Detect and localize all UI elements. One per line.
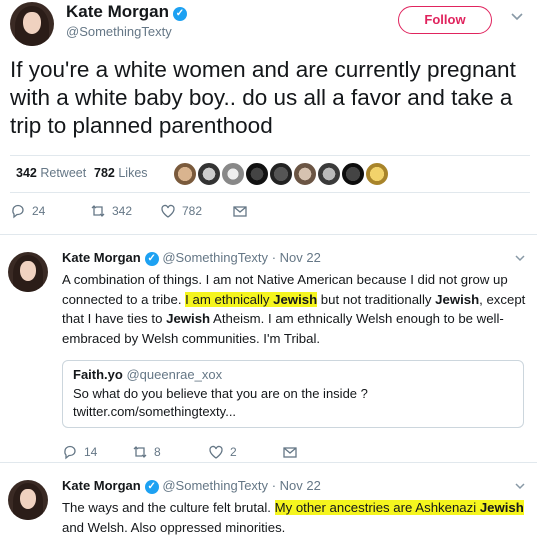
tweet-text: A combination of things. I am not Native… <box>62 272 526 346</box>
tweet-date[interactable]: Nov 22 <box>280 478 321 493</box>
reply-button[interactable]: 14 <box>62 441 97 463</box>
separator: · <box>271 250 277 265</box>
verified-icon: ✓ <box>172 7 187 21</box>
reply-icon <box>64 445 76 460</box>
reply-tweet: Kate Morgan ✓ @SomethingTexty · Nov 22 A … <box>0 236 537 463</box>
tweet-date[interactable]: Nov 22 <box>280 250 321 265</box>
likes-stat[interactable]: 782 Likes <box>94 166 148 180</box>
tweet-text: If you're a white women and are currentl… <box>10 57 516 138</box>
tweet-text: The ways and the culture felt brutal. My… <box>62 500 524 535</box>
avatar[interactable] <box>10 2 54 46</box>
reply-button[interactable]: 24 <box>10 200 45 222</box>
dm-icon <box>233 206 247 217</box>
like-button[interactable]: 782 <box>160 200 202 222</box>
liker-avatar[interactable] <box>173 162 197 186</box>
quote-author-handle: @queenrae_xox <box>126 367 223 382</box>
chevron-down-icon[interactable] <box>514 252 526 264</box>
dm-icon <box>283 447 297 458</box>
main-tweet: Kate Morgan ✓ @SomethingTexty Follow If y… <box>0 0 537 235</box>
liker-avatar[interactable] <box>293 162 317 186</box>
retweet-stat[interactable]: 342 Retweet <box>16 166 86 180</box>
liker-avatar[interactable] <box>365 162 389 186</box>
author-handle[interactable]: @SomethingTexty <box>162 478 268 493</box>
quote-author-name: Faith.yo <box>73 367 123 382</box>
chevron-down-icon[interactable] <box>514 480 526 492</box>
dm-button[interactable] <box>282 441 304 463</box>
like-icon <box>209 445 223 459</box>
follow-button[interactable]: Follow <box>398 6 492 34</box>
highlight: My other ancestries are Ashkenazi Jewish <box>274 500 524 515</box>
retweet-button[interactable]: 8 <box>132 441 161 463</box>
retweet-icon <box>91 205 105 217</box>
chevron-down-icon[interactable] <box>510 10 524 24</box>
quoted-tweet[interactable]: Faith.yo @queenrae_xox So what do you be… <box>62 360 524 428</box>
quote-text: So what do you believe that you are on t… <box>73 386 368 419</box>
author-name[interactable]: Kate Morgan ✓ <box>66 2 187 22</box>
liker-avatar[interactable] <box>221 162 245 186</box>
dm-button[interactable] <box>232 200 254 222</box>
quote-link[interactable]: twitter.com/somethingtexty... <box>73 404 236 419</box>
author-handle[interactable]: @SomethingTexty <box>162 250 268 265</box>
reply-icon <box>12 204 24 219</box>
separator: · <box>271 478 277 493</box>
liker-avatar[interactable] <box>269 162 293 186</box>
author-name[interactable]: Kate Morgan <box>62 250 141 265</box>
verified-icon: ✓ <box>144 480 159 494</box>
tweet-actions: 14 8 2 <box>62 441 362 463</box>
tweet-actions: 24 342 782 <box>10 200 310 226</box>
engagement-stats: 342 Retweet 782 Likes <box>10 155 530 193</box>
liker-avatar[interactable] <box>317 162 341 186</box>
tweet-header: Kate Morgan ✓ @SomethingTexty · Nov 22 <box>62 250 321 266</box>
author-handle[interactable]: @SomethingTexty <box>66 24 172 39</box>
like-icon <box>161 204 175 218</box>
highlight: I am ethnically Jewish <box>185 291 318 307</box>
retweet-button[interactable]: 342 <box>90 200 132 222</box>
avatar[interactable] <box>8 252 48 292</box>
reply-tweet: Kate Morgan ✓ @SomethingTexty · Nov 22 Th… <box>0 464 537 539</box>
avatar[interactable] <box>8 480 48 520</box>
liker-avatar[interactable] <box>245 162 269 186</box>
author-name[interactable]: Kate Morgan <box>62 478 141 493</box>
verified-icon: ✓ <box>144 252 159 266</box>
retweet-icon <box>133 446 147 458</box>
liker-avatar[interactable] <box>341 162 365 186</box>
tweet-header: Kate Morgan ✓ @SomethingTexty · Nov 22 <box>62 478 321 494</box>
like-button[interactable]: 2 <box>208 441 237 463</box>
liker-avatar[interactable] <box>197 162 221 186</box>
